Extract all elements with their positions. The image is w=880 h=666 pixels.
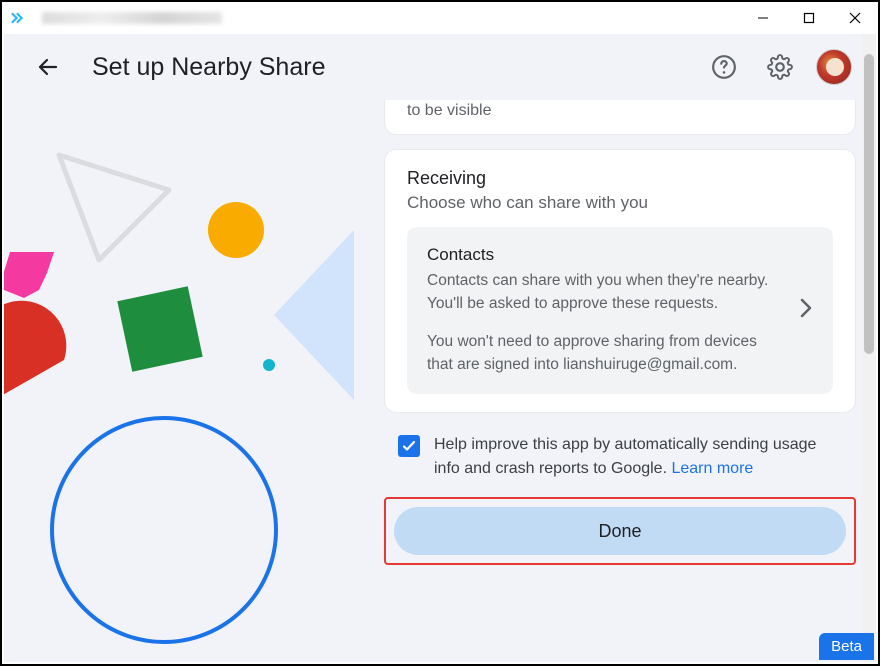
settings-button[interactable] <box>760 47 800 87</box>
visibility-card-partial: to be visible <box>384 100 856 135</box>
decorative-illustration <box>4 100 374 662</box>
diagnostics-label: Help improve this app by automatically s… <box>434 433 842 481</box>
receiving-option[interactable]: Contacts Contacts can share with you whe… <box>407 227 833 394</box>
beta-badge: Beta <box>819 633 874 660</box>
back-button[interactable] <box>28 47 68 87</box>
help-button[interactable] <box>704 47 744 87</box>
receiving-option-name: Contacts <box>427 245 785 265</box>
receiving-subtitle: Choose who can share with you <box>407 193 833 213</box>
arrow-left-icon <box>36 55 60 79</box>
titlebar-left <box>10 11 222 25</box>
diagnostics-checkbox[interactable] <box>398 435 420 457</box>
chevron-right-icon <box>799 297 813 324</box>
diagnostics-checkbox-row: Help improve this app by automatically s… <box>384 429 856 497</box>
header-actions <box>704 47 852 87</box>
app-logo-icon <box>10 11 30 25</box>
done-button-highlight: Done <box>384 497 856 565</box>
receiving-option-desc: Contacts can share with you when they're… <box>427 269 785 376</box>
scroll-area[interactable]: to be visible Receiving Choose who can s… <box>384 100 856 662</box>
checkmark-icon <box>401 438 417 454</box>
scrollbar-thumb[interactable] <box>864 54 874 354</box>
learn-more-link[interactable]: Learn more <box>671 460 753 477</box>
page-title: Set up Nearby Share <box>92 53 325 82</box>
titlebar-app-name <box>42 12 222 24</box>
window-titlebar <box>2 2 878 34</box>
visibility-text-fragment: to be visible <box>407 102 492 119</box>
content-panel: to be visible Receiving Choose who can s… <box>384 100 856 662</box>
user-avatar[interactable] <box>816 49 852 85</box>
window-controls <box>740 2 878 34</box>
page-header: Set up Nearby Share <box>4 34 876 100</box>
app-body: Set up Nearby Share to be visible <box>4 34 876 662</box>
maximize-button[interactable] <box>786 2 832 34</box>
help-icon <box>711 54 737 80</box>
receiving-title: Receiving <box>407 168 833 189</box>
receiving-card: Receiving Choose who can share with you … <box>384 149 856 413</box>
done-button[interactable]: Done <box>394 507 846 555</box>
minimize-button[interactable] <box>740 2 786 34</box>
scrollbar-track[interactable] <box>862 34 876 662</box>
close-button[interactable] <box>832 2 878 34</box>
receiving-option-text: Contacts Contacts can share with you whe… <box>427 245 785 376</box>
gear-icon <box>767 54 793 80</box>
